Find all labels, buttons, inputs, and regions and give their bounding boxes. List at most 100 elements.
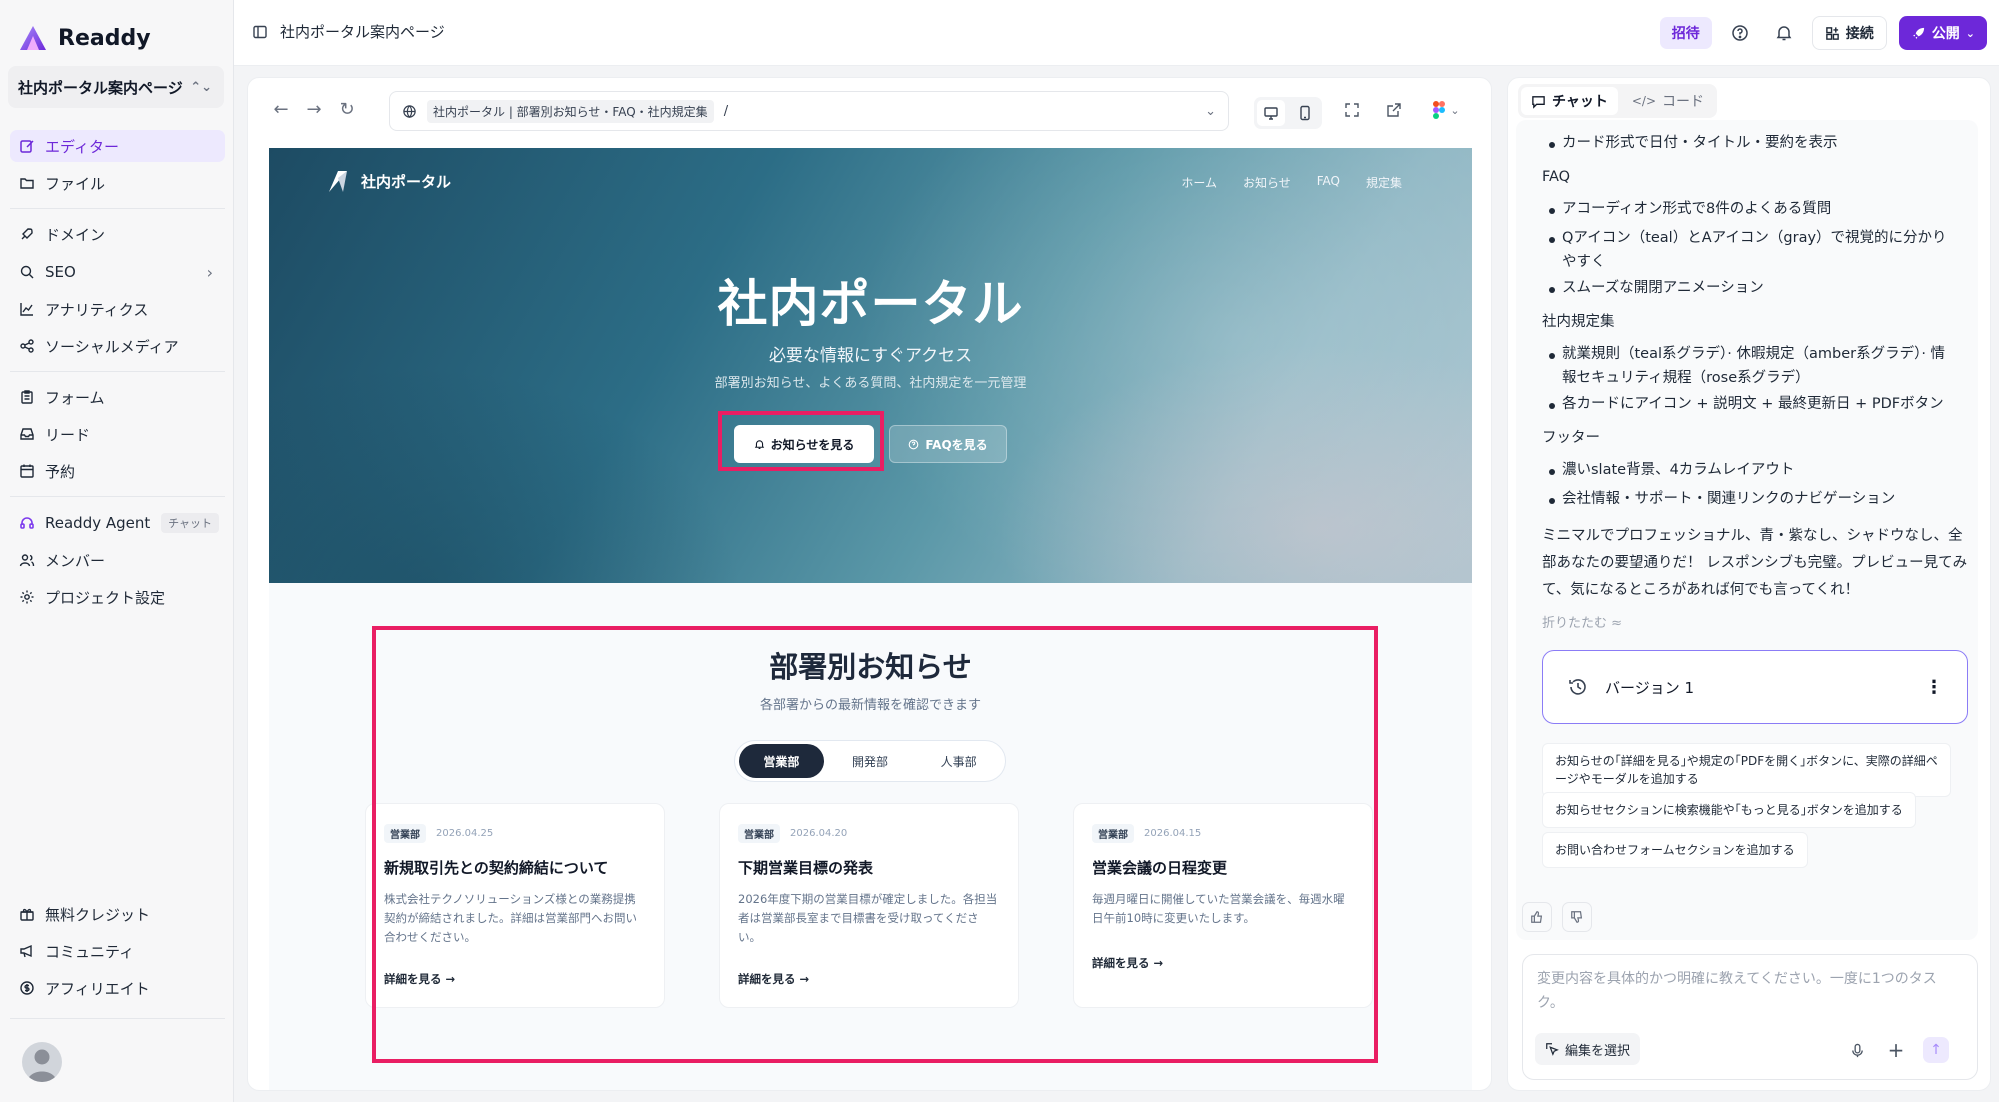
message-line: Qアイコン（teal）とAアイコン（gray）で視覚的に分かり — [1562, 230, 1947, 246]
site-nav: ホーム お知らせ FAQ 規定集 — [1181, 174, 1402, 191]
feedback-buttons — [1522, 902, 1592, 932]
code-icon: </> — [1631, 94, 1657, 108]
sidebar-item-label: ソーシャルメディア — [45, 337, 179, 356]
help-circle-icon — [1732, 25, 1748, 41]
site-nav-faq[interactable]: FAQ — [1317, 174, 1340, 191]
message-line: 部あなたの要望通りだ！ レスポンシブも完璧。プレビュー見てみ — [1542, 555, 1968, 571]
user-silhouette-icon — [27, 1049, 57, 1082]
project-selector[interactable]: 社内ポータル案内ページ ⌃⌄ — [8, 66, 224, 108]
highlight-box-news-section — [372, 626, 1378, 1063]
sidebar-item-members[interactable]: メンバー — [10, 544, 225, 576]
sidebar-item-editor[interactable]: エディター — [10, 130, 225, 162]
phone-icon — [1300, 105, 1310, 121]
message-line: 各カードにアイコン + 説明文 + 最終更新日 + PDFボタン — [1562, 396, 1944, 412]
app-logo[interactable]: Readdy — [18, 20, 151, 56]
message-line: 就業規則（teal系グラデ）· 休暇規定（amber系グラデ）· 情 — [1562, 346, 1946, 362]
suggestion-chip[interactable]: お知らせの｢詳細を見る｣や規定の｢PDFを開く｣ボタンに、実際の詳細ペ ージやモ… — [1542, 743, 1951, 797]
select-edit-label: 編集を選択 — [1565, 1043, 1631, 1059]
sidebar-item-label: フォーム — [45, 388, 105, 407]
publish-button[interactable]: 公開 ⌄ — [1898, 16, 1987, 50]
megaphone-icon — [20, 944, 32, 958]
select-edit-button[interactable]: 編集を選択 — [1535, 1033, 1641, 1065]
thumbs-up-icon[interactable] — [1522, 902, 1552, 932]
plus-icon[interactable]: + — [1883, 1037, 1909, 1063]
globe-icon — [403, 104, 416, 118]
message-heading: FAQ — [1542, 169, 1571, 185]
headset-icon — [20, 517, 34, 529]
desktop-view-button[interactable] — [1257, 100, 1285, 126]
tab-chat[interactable]: チャット — [1521, 87, 1618, 115]
sidebar-item-project-settings[interactable]: プロジェクト設定 — [10, 581, 225, 613]
view-faq-button[interactable]: FAQを見る — [889, 425, 1007, 463]
suggestion-chip[interactable]: お知らせセクションに検索機能や｢もっと見る｣ボタンを追加する — [1542, 792, 1916, 828]
site-logo-text: 社内ポータル — [361, 172, 452, 191]
collapse-toggle[interactable]: 折りたたむ ≈ — [1542, 612, 1622, 631]
sidebar-item-domain[interactable]: ドメイン — [10, 218, 225, 250]
notifications-button[interactable] — [1768, 17, 1800, 49]
composer-input[interactable]: 変更内容を具体的かつ明確に教えてください。一度に1つのタスク。 — [1537, 967, 1957, 1015]
reload-icon[interactable]: ↻ — [336, 98, 358, 120]
sidebar-item-label: リード — [45, 425, 91, 444]
bullet — [1549, 403, 1555, 409]
divider — [10, 496, 225, 497]
message-line: 報セキュリティ規程（rose系グラデ） — [1562, 370, 1810, 386]
url-selector[interactable]: 社内ポータル | 部署別お知らせ・FAQ・社内規定集 / ⌄ — [389, 91, 1229, 131]
page-title-tag: 社内ポータル | 部署別お知らせ・FAQ・社内規定集 — [427, 99, 714, 123]
chat-message-area: カード形式で日付・タイトル・要約を表示 FAQ アコーディオン形式で8件のよくあ… — [1516, 120, 1978, 940]
sidebar-toggle-icon[interactable] — [252, 24, 268, 40]
message-heading: 社内規定集 — [1542, 314, 1615, 330]
sidebar-item-leads[interactable]: リード — [10, 418, 225, 450]
suggestion-text: お知らせの｢詳細を見る｣や規定の｢PDFを開く｣ボタンに、実際の詳細ペ — [1555, 754, 1938, 768]
sidebar-item-agent[interactable]: Readdy Agent チャット — [10, 507, 225, 539]
site-logo[interactable]: 社内ポータル — [325, 168, 451, 194]
help-circle-icon — [909, 439, 919, 449]
sidebar-item-free-credits[interactable]: 無料クレジット — [10, 898, 225, 930]
microphone-icon[interactable] — [1844, 1037, 1870, 1063]
chevron-right-icon: › — [206, 262, 213, 282]
thumbs-down-icon[interactable] — [1562, 902, 1592, 932]
back-arrow-icon[interactable]: ← — [270, 98, 292, 120]
sidebar-item-files[interactable]: ファイル — [10, 167, 225, 199]
fullscreen-icon[interactable] — [1342, 100, 1362, 120]
version-card[interactable]: バージョン 1 ⋮ — [1542, 650, 1968, 724]
site-nav-home[interactable]: ホーム — [1181, 174, 1217, 191]
message-line: 濃いslate背景、4カラムレイアウト — [1562, 462, 1795, 478]
sidebar-item-affiliate[interactable]: アフィリエイト — [10, 972, 225, 1004]
page-title: 社内ポータル案内ページ — [280, 23, 445, 41]
figma-icon[interactable]: ⌄ — [1428, 100, 1464, 120]
bullet — [1549, 237, 1555, 243]
divider — [10, 371, 225, 372]
open-external-icon[interactable] — [1384, 100, 1404, 120]
suggestion-chip[interactable]: お問い合わせフォームセクションを追加する — [1542, 832, 1808, 868]
sidebar-item-forms[interactable]: フォーム — [10, 381, 225, 413]
send-arrow-icon[interactable]: ↑ — [1923, 1037, 1949, 1063]
tab-code[interactable]: </> コード — [1622, 87, 1714, 115]
divider — [10, 208, 225, 209]
chat-tab-group: チャット </> コード — [1518, 84, 1718, 118]
chat-composer[interactable]: 変更内容を具体的かつ明確に教えてください。一度に1つのタスク。 編集を選択 + … — [1522, 954, 1978, 1080]
mobile-view-button[interactable] — [1291, 100, 1319, 126]
sidebar-item-social[interactable]: ソーシャルメディア — [10, 330, 225, 362]
bullet — [1549, 208, 1555, 214]
sidebar-item-seo[interactable]: SEO › — [10, 256, 225, 288]
user-avatar[interactable] — [22, 1042, 62, 1082]
rocket-icon — [21, 228, 33, 240]
chat-panel: チャット </> コード カード形式で日付・タイトル・要約を表示 FAQ アコー… — [1507, 77, 1991, 1091]
sidebar-item-label: ファイル — [45, 174, 106, 193]
forward-arrow-icon[interactable]: → — [303, 98, 325, 120]
sidebar-item-community[interactable]: コミュニティ — [10, 935, 225, 967]
site-nav-rules[interactable]: 規定集 — [1366, 174, 1402, 191]
invite-button[interactable]: 招待 — [1659, 17, 1712, 49]
sidebar-item-analytics[interactable]: アナリティクス — [10, 293, 225, 325]
message-line: スムーズな開閉アニメーション — [1562, 280, 1764, 296]
top-bar: 社内ポータル案内ページ 招待 接続 公開 ⌄ — [234, 0, 1999, 66]
sidebar-item-booking[interactable]: 予約 — [10, 455, 225, 487]
bullet — [1549, 287, 1555, 293]
connect-button[interactable]: 接続 — [1811, 16, 1887, 50]
more-vertical-icon[interactable]: ⋮ — [1925, 677, 1943, 698]
site-nav-news[interactable]: お知らせ — [1243, 174, 1291, 191]
bell-icon — [1776, 26, 1792, 41]
tab-chat-label: チャット — [1552, 94, 1608, 110]
help-button[interactable] — [1724, 17, 1756, 49]
history-icon — [1569, 679, 1586, 695]
